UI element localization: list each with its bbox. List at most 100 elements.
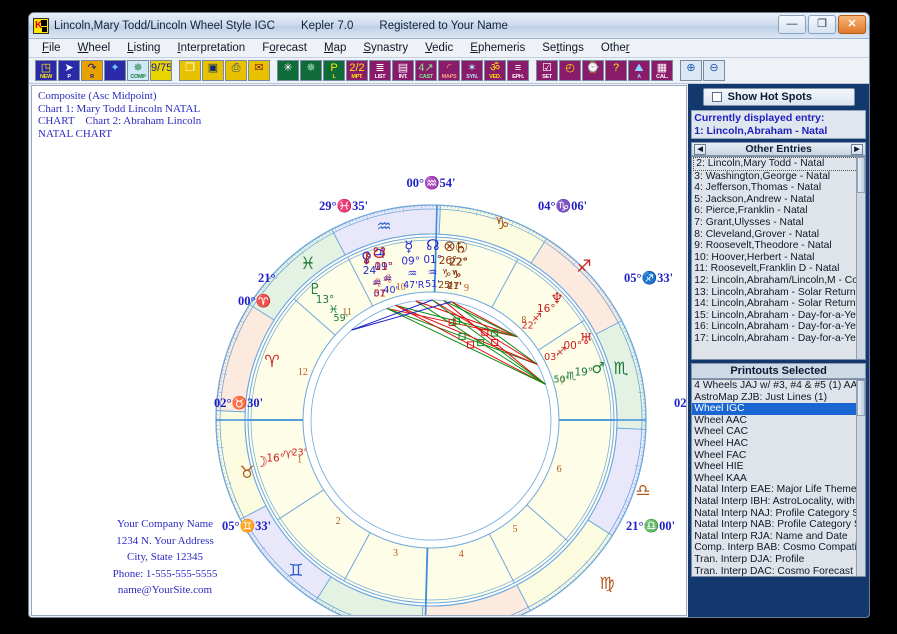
entries-list-item[interactable]: 17: Lincoln,Abraham - Day-for-a-Year: [692, 333, 865, 345]
maps-button[interactable]: ◜ MAPS: [438, 60, 460, 81]
svg-text:♒: ♒: [407, 267, 417, 280]
minimize-button[interactable]: —: [778, 15, 806, 34]
clock-chart-button[interactable]: ⌚: [582, 60, 604, 81]
progressed-chart-button[interactable]: ➤ P: [58, 60, 80, 81]
entries-list-item[interactable]: 7: Grant,Ulysses - Natal: [692, 217, 865, 229]
new-chart-button[interactable]: ◳ NEW: [35, 60, 57, 81]
wheel-button[interactable]: ✳: [277, 60, 299, 81]
help-button[interactable]: ?: [605, 60, 627, 81]
printouts-list-item[interactable]: Tran. Interp DJA: Profile: [692, 554, 865, 566]
cusp-label-cusp-2: 05°♊33': [222, 519, 272, 533]
cusp-label-ascendant: 02°♉30': [214, 396, 264, 410]
menu-other[interactable]: Other: [600, 42, 631, 54]
zoom-out-button[interactable]: ⊖: [703, 60, 725, 81]
clock-button[interactable]: ◴: [559, 60, 581, 81]
entries-prev-arrow[interactable]: ◀: [694, 143, 707, 155]
entries-scrollbar-thumb[interactable]: [857, 157, 865, 193]
menu-interpretation[interactable]: Interpretation: [176, 42, 246, 54]
chart-pane[interactable]: Composite (Asc Midpoint) Chart 1: Mary T…: [31, 85, 688, 616]
printouts-list-item[interactable]: Wheel AAC: [692, 415, 865, 427]
other-entries-list[interactable]: 2: Lincoln,Mary Todd - Natal 3: Washingto…: [691, 156, 866, 360]
printouts-list-item[interactable]: Tran. Interp DAC: Cosmo Forecast: [692, 566, 865, 577]
forecast-button[interactable]: 4↗ CAST: [415, 60, 437, 81]
printouts-list-item[interactable]: Natal Interp EAE: Major Life Themes: [692, 484, 865, 496]
atlas-button[interactable]: ⛰ A: [628, 60, 650, 81]
menu-listing[interactable]: Listing: [126, 42, 161, 54]
midpoint-button[interactable]: 2/2 MPT.: [346, 60, 368, 81]
other-entries-header[interactable]: ◀ Other Entries ▶: [691, 142, 866, 156]
listing-button[interactable]: ≣ LIST: [369, 60, 391, 81]
menu-map[interactable]: Map: [323, 42, 347, 54]
entries-list-item[interactable]: 3: Washington,George - Natal: [692, 171, 865, 183]
printouts-list-item[interactable]: AstroMap ZJB: Just Lines (1): [692, 392, 865, 404]
save-button[interactable]: ▣: [202, 60, 224, 81]
wheel-aspects-button[interactable]: ✵: [300, 60, 322, 81]
printouts-list-item[interactable]: Natal Interp NAB: Profile Category S: [692, 519, 865, 531]
sign-glyph-taurus: ♉: [239, 463, 254, 483]
print-button[interactable]: ⎙: [225, 60, 247, 81]
svg-text:59': 59': [334, 313, 349, 324]
entries-list-item[interactable]: 9: Roosevelt,Theodore - Natal: [692, 240, 865, 252]
transit-chart-button[interactable]: ✦: [104, 60, 126, 81]
entries-list-item[interactable]: 13: Lincoln,Abraham - Solar Return: [692, 287, 865, 299]
interpretation-button[interactable]: ▤ INT.: [392, 60, 414, 81]
entries-list-item[interactable]: 14: Lincoln,Abraham - Solar Return: [692, 298, 865, 310]
vedic-button[interactable]: ॐ VED.: [484, 60, 506, 81]
calendar-button[interactable]: ▦ CAL.: [651, 60, 673, 81]
printouts-list-item[interactable]: Natal Interp IBH: AstroLocality, with: [692, 496, 865, 508]
current-entry-value: 1: Lincoln,Abraham - Natal: [694, 124, 828, 137]
entries-list-item[interactable]: 5: Jackson,Andrew - Natal: [692, 194, 865, 206]
printouts-list-item[interactable]: Natal Interp RJA: Name and Date: [692, 531, 865, 543]
printouts-list-item[interactable]: Natal Interp NAJ: Profile Category S: [692, 508, 865, 520]
zoom-in-button[interactable]: ⊕: [680, 60, 702, 81]
email-button[interactable]: ✉: [248, 60, 270, 81]
printouts-list-item[interactable]: Wheel HAC: [692, 438, 865, 450]
printouts-scrollbar[interactable]: [856, 380, 865, 576]
printouts-list-item[interactable]: Wheel IGC: [692, 403, 865, 415]
svg-text:♒: ♒: [428, 266, 438, 279]
entries-list-item[interactable]: 10: Hoover,Herbert - Natal: [692, 252, 865, 264]
entries-scrollbar[interactable]: [856, 157, 865, 359]
entries-next-arrow[interactable]: ▶: [851, 143, 863, 155]
close-button[interactable]: ✕: [838, 15, 866, 34]
show-hot-spots-button[interactable]: Show Hot Spots: [702, 88, 855, 106]
printouts-list-item[interactable]: Wheel HIE: [692, 461, 865, 473]
menu-wheel[interactable]: Wheel: [77, 42, 112, 54]
right-side-panel: Show Hot Spots Currently displayed entry…: [688, 84, 869, 617]
entries-list-item[interactable]: 12: Lincoln,Abraham/Lincoln,M - Co: [692, 275, 865, 287]
printouts-list-item[interactable]: Wheel KAA: [692, 473, 865, 485]
entries-list-item[interactable]: 16: Lincoln,Abraham - Day-for-a-Year: [692, 321, 865, 333]
printouts-list-item[interactable]: 4 Wheels JAJ w/ #3, #4 & #5 (1) AA: [692, 380, 865, 392]
entries-list-item[interactable]: 6: Pierce,Franklin - Natal: [692, 205, 865, 217]
placidus-button[interactable]: PL: [323, 60, 345, 81]
synastry-button[interactable]: ✶ SYN.: [461, 60, 483, 81]
entries-list-item[interactable]: 11: Roosevelt,Franklin D - Natal: [692, 263, 865, 275]
entries-list-item[interactable]: 2: Lincoln,Mary Todd - Natal: [693, 157, 864, 171]
entries-list-item[interactable]: 15: Lincoln,Abraham - Day-for-a-Year: [692, 310, 865, 322]
menu-forecast[interactable]: Forecast: [261, 42, 308, 54]
cusp-label-cusp-11: 29°♓35': [319, 199, 369, 213]
entries-list-item[interactable]: 4: Jefferson,Thomas - Natal: [692, 182, 865, 194]
menu-settings[interactable]: Settings: [541, 42, 585, 54]
menu-ephemeris[interactable]: Ephemeris: [469, 42, 526, 54]
entries-list-item[interactable]: 8: Cleveland,Grover - Natal: [692, 229, 865, 241]
printouts-list-item[interactable]: Wheel CAC: [692, 426, 865, 438]
printouts-scrollbar-thumb[interactable]: [857, 380, 865, 416]
composite-chart-button[interactable]: ✵ COMP: [127, 60, 149, 81]
printouts-list-item[interactable]: Comp. Interp BAB: Cosmo Compatib: [692, 542, 865, 554]
menu-vedic[interactable]: Vedic: [424, 42, 454, 54]
menu-synastry[interactable]: Synastry: [362, 42, 409, 54]
ephemeris-button[interactable]: ≡ EPH.: [507, 60, 529, 81]
other-entries-title: Other Entries: [745, 143, 812, 155]
svg-text:50': 50': [553, 375, 568, 386]
printouts-list-item[interactable]: Wheel FAC: [692, 450, 865, 462]
hot-spots-checkbox[interactable]: [711, 92, 722, 102]
settings-button[interactable]: ☑ SET: [536, 60, 558, 81]
maximize-button[interactable]: ❐: [808, 15, 836, 34]
printouts-selected-list[interactable]: 4 Wheels JAJ w/ #3, #4 & #5 (1) AA AstroM…: [691, 379, 866, 577]
svg-text:♌: ♌: [383, 273, 393, 286]
return-chart-button[interactable]: ↷ R: [81, 60, 103, 81]
numerology-button[interactable]: 9/75: [150, 60, 172, 81]
window-tile-button[interactable]: ❐: [179, 60, 201, 81]
menu-file[interactable]: File: [41, 42, 62, 54]
